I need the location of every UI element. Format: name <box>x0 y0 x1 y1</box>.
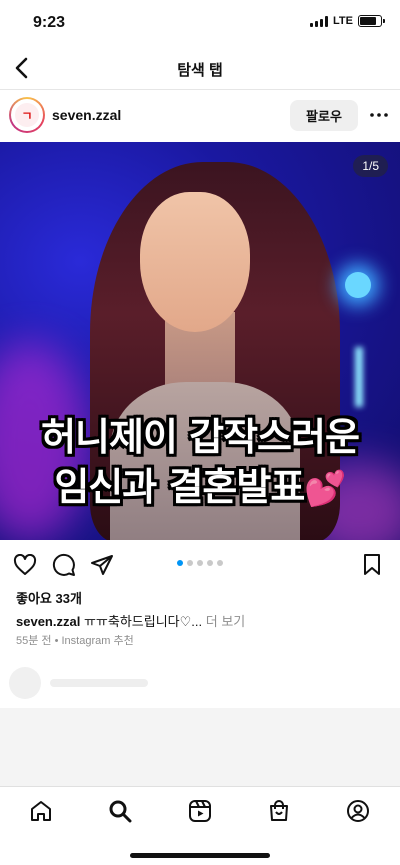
loading-text-placeholder <box>50 679 148 687</box>
overlay-line-2: 임신과 결혼발표💕 <box>0 462 400 514</box>
signal-icon <box>310 15 329 27</box>
bookmark-icon <box>364 554 380 575</box>
hearts-emoji-icon: 💕 <box>304 469 346 509</box>
more-icon <box>370 113 388 117</box>
post-actions <box>0 545 400 585</box>
bottom-tab-bar <box>0 786 400 865</box>
loading-area <box>0 708 400 786</box>
image-page-counter: 1/5 <box>353 155 388 177</box>
carousel-dot <box>207 560 213 566</box>
home-icon <box>31 801 51 821</box>
carousel-dot <box>197 560 203 566</box>
battery-icon <box>358 15 385 27</box>
post-image[interactable]: 1/5 허니제이 갑작스러운 임신과 결혼발표💕 <box>0 142 400 540</box>
follow-button[interactable]: 팔로우 <box>290 100 358 131</box>
post-header: ㄱ seven.zzal 팔로우 <box>0 90 400 142</box>
save-button[interactable] <box>358 551 386 579</box>
tab-reels[interactable] <box>185 796 215 826</box>
search-icon <box>109 800 132 823</box>
overlay-line-2-text: 임신과 결혼발표 <box>54 465 305 509</box>
post-caption: seven.zzal ㅠㅠ축하드립니다♡... 더 보기 <box>16 611 245 630</box>
caption-text: ㅠㅠ축하드립니다♡... <box>83 614 203 629</box>
avatar-glyph: ㄱ <box>15 103 39 127</box>
carousel-dot <box>187 560 193 566</box>
status-time: 9:23 <box>33 14 66 31</box>
stage-light <box>355 347 363 407</box>
carousel-dot <box>177 560 183 566</box>
post-meta: 55분 전 • Instagram 추천 <box>16 635 134 647</box>
caption-username[interactable]: seven.zzal <box>16 614 80 629</box>
carousel-dots <box>0 560 400 566</box>
home-indicator[interactable] <box>130 853 270 858</box>
network-label: LTE <box>333 15 353 27</box>
loading-avatar-placeholder <box>9 667 41 699</box>
overlay-line-1: 허니제이 갑작스러운 <box>41 415 360 459</box>
tab-shop[interactable] <box>264 796 294 826</box>
performer-face <box>140 192 250 332</box>
stage-light <box>345 272 371 298</box>
page-title: 탐색 탭 <box>177 62 223 79</box>
status-bar: 9:23 LTE <box>0 0 400 46</box>
reels-icon <box>189 800 211 822</box>
like-count[interactable]: 좋아요 33개 <box>16 588 82 607</box>
nav-bar: 탐색 탭 <box>0 46 400 90</box>
tab-profile[interactable] <box>343 796 373 826</box>
shop-icon <box>270 800 288 821</box>
tab-home[interactable] <box>26 796 56 826</box>
profile-icon <box>347 800 369 822</box>
carousel-dot <box>217 560 223 566</box>
avatar[interactable]: ㄱ <box>9 97 45 133</box>
tab-search[interactable] <box>105 796 135 826</box>
more-options-button[interactable] <box>366 102 392 128</box>
image-caption-overlay: 허니제이 갑작스러운 임신과 결혼발표💕 <box>0 412 400 514</box>
status-indicators: LTE <box>310 15 385 27</box>
post-username[interactable]: seven.zzal <box>52 107 121 123</box>
caption-more-link[interactable]: 더 보기 <box>206 614 246 629</box>
